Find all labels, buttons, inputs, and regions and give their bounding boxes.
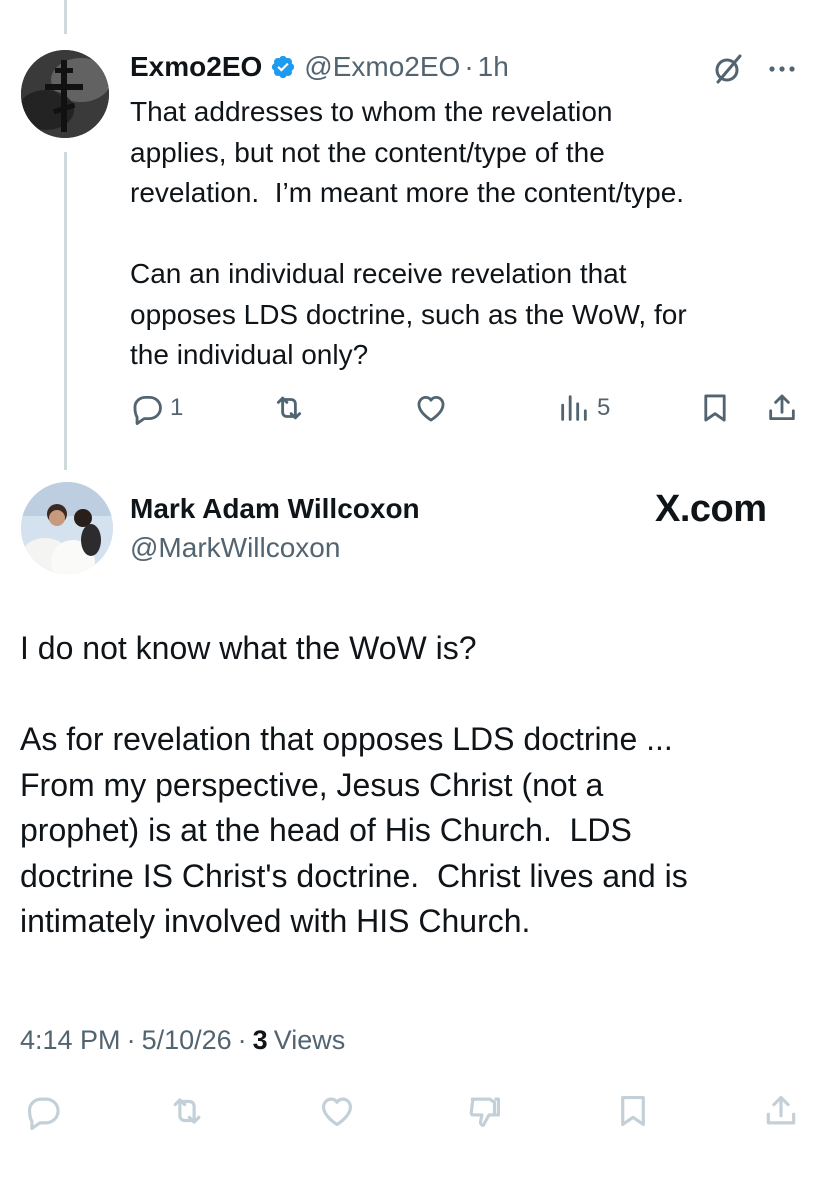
like-button[interactable]: [318, 1092, 356, 1136]
grok-icon[interactable]: [712, 52, 746, 86]
separator-dot: ·: [464, 51, 474, 82]
bookmark-icon: [704, 394, 726, 422]
reply-author-name[interactable]: Exmo2EO: [130, 51, 262, 83]
like-icon: [417, 395, 445, 422]
bookmark-button[interactable]: [698, 388, 732, 428]
reply-tweet-text: That addresses to whom the revelation ap…: [130, 96, 687, 370]
tweet-time[interactable]: 4:14 PM: [20, 1025, 121, 1056]
reply-header: Exmo2EO @Exmo2EO · 1h: [130, 50, 509, 84]
separator-dot: ·: [126, 1025, 136, 1055]
views-icon: [561, 395, 587, 421]
reply-icon: [133, 395, 162, 425]
share-icon: [766, 1095, 796, 1125]
reply-timestamp[interactable]: 1h: [478, 51, 509, 83]
reply-author-handle[interactable]: @Exmo2EO: [304, 51, 460, 83]
thread-connector: [64, 152, 67, 470]
thumbs-down-icon: [469, 1097, 501, 1127]
tweet-date[interactable]: 5/10/26: [142, 1025, 232, 1056]
thread-connector-top: [64, 0, 67, 34]
like-icon: [321, 1097, 353, 1127]
share-button[interactable]: [765, 388, 799, 428]
x-com-watermark: X.com: [655, 488, 767, 530]
main-tweet-text: I do not know what the WoW is? As for re…: [20, 630, 688, 939]
views-count: 3: [252, 1025, 268, 1055]
reply-icon: [27, 1097, 60, 1130]
avatar[interactable]: [21, 50, 109, 138]
dislike-button[interactable]: [466, 1092, 504, 1136]
profile-photo: [21, 482, 113, 574]
retweet-icon: [276, 396, 302, 420]
share-icon: [769, 394, 795, 421]
orthodox-cross-icon: [21, 50, 109, 138]
views-label: Views: [273, 1025, 346, 1055]
main-author-handle[interactable]: @MarkWillcoxon: [130, 532, 340, 564]
like-button[interactable]: [414, 388, 448, 428]
views-button[interactable]: 5: [557, 388, 610, 428]
verified-badge-icon: [270, 54, 296, 80]
separator-dot: ·: [237, 1025, 247, 1055]
retweet-icon: [173, 1098, 201, 1124]
retweet-button[interactable]: [272, 388, 306, 428]
reply-count: 1: [170, 394, 184, 421]
retweet-button[interactable]: [168, 1092, 206, 1136]
bookmark-button[interactable]: [614, 1092, 652, 1136]
reply-button[interactable]: 1: [130, 388, 183, 428]
main-author-name[interactable]: Mark Adam Willcoxon: [130, 493, 420, 525]
reply-button[interactable]: [24, 1092, 62, 1136]
tweet-meta: 4:14 PM · 5/10/26 · 3 Views: [20, 1025, 345, 1056]
share-button[interactable]: [762, 1092, 800, 1136]
bookmark-icon: [621, 1095, 645, 1127]
view-count: 5: [597, 394, 611, 421]
avatar[interactable]: [21, 482, 113, 574]
more-icon[interactable]: [764, 54, 800, 84]
